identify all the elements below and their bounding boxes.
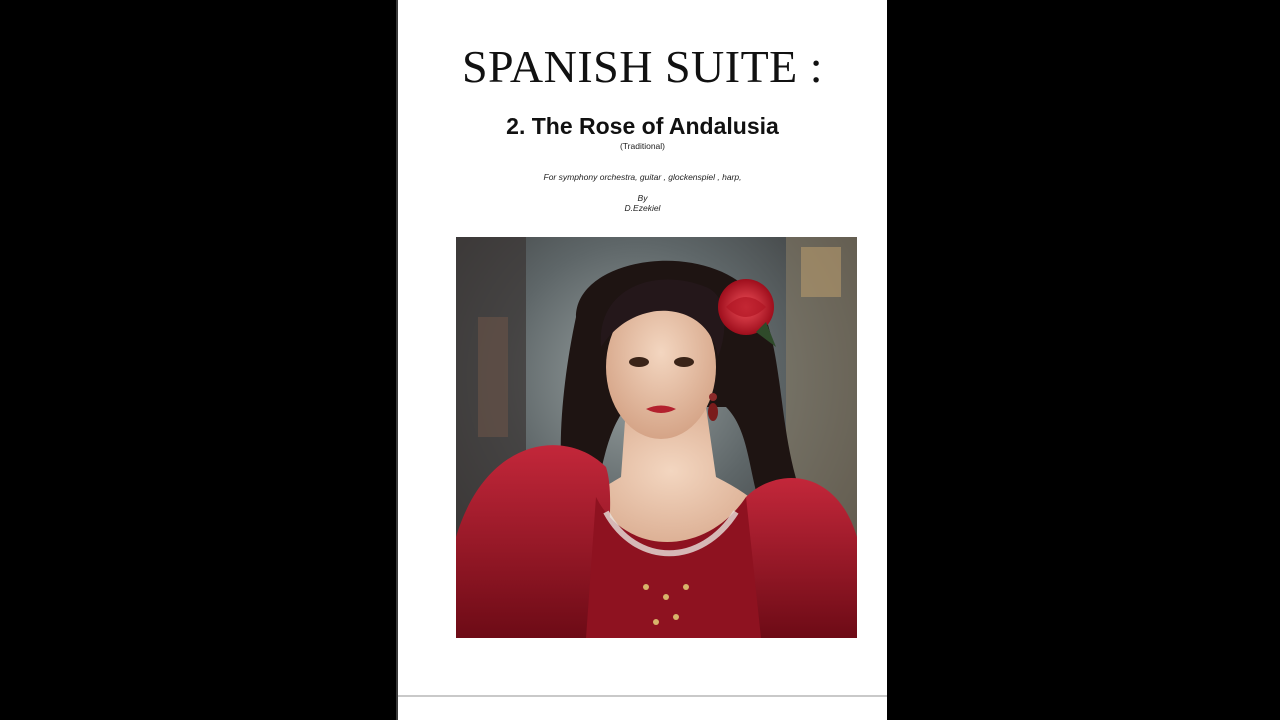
next-page-edge: [398, 697, 887, 720]
cover-portrait-image: [456, 237, 857, 638]
piece-title: 2. The Rose of Andalusia: [506, 113, 779, 139]
author-name: D.Ezekiel: [624, 203, 661, 213]
origin-note: (Traditional): [619, 141, 666, 151]
portrait-painting-icon: [456, 237, 857, 638]
video-frame: SPANISH SUITE : 2. The Rose of Andalusia…: [0, 0, 1280, 720]
score-cover-page: SPANISH SUITE : 2. The Rose of Andalusia…: [398, 0, 887, 695]
by-label: By: [637, 193, 648, 203]
page-title: SPANISH SUITE :: [461, 41, 824, 92]
instrumentation-text: For symphony orchestra, guitar , glocken…: [543, 172, 742, 182]
